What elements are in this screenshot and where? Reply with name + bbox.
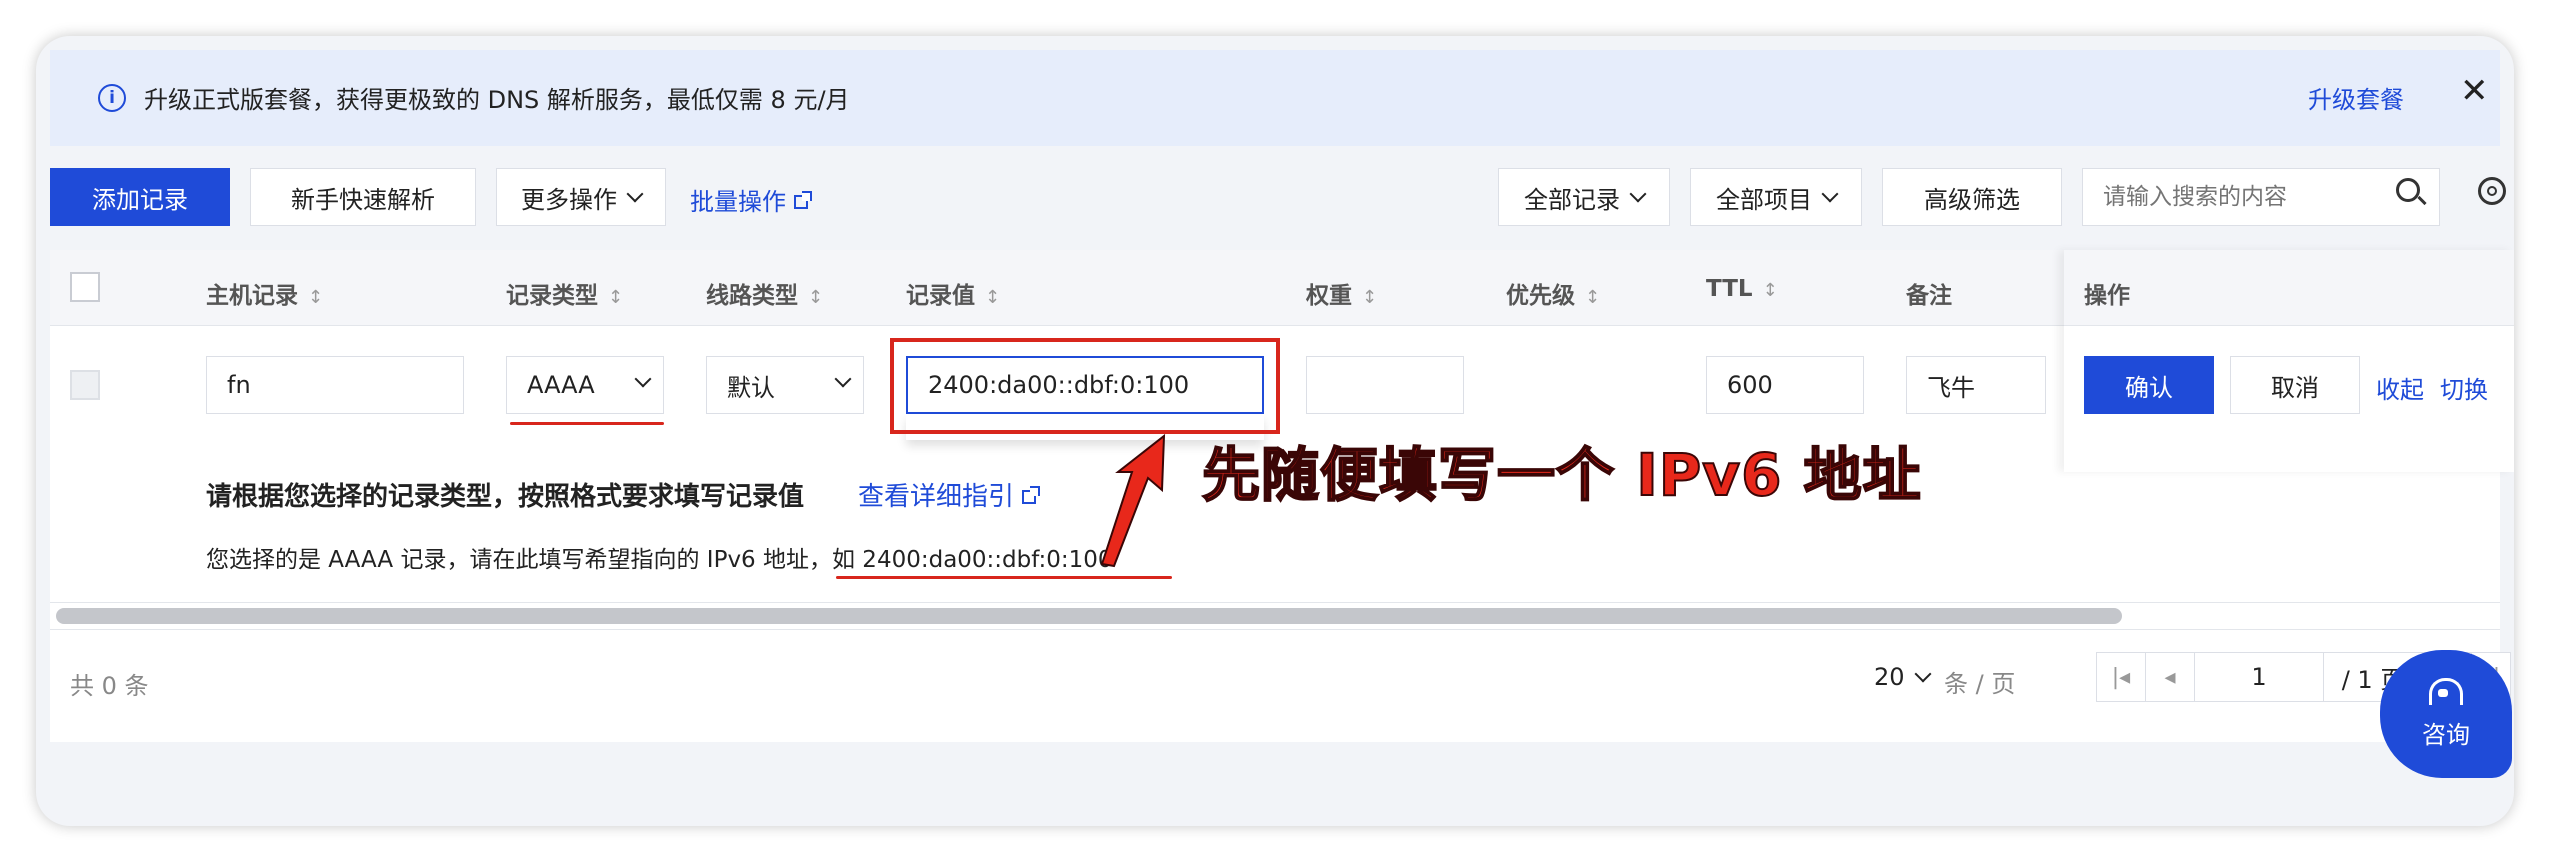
all-projects-dropdown[interactable]: 全部项目 <box>1690 168 1862 226</box>
format-hint-title: 请根据您选择的记录类型，按照格式要求填写记录值 <box>206 482 805 512</box>
all-records-dropdown[interactable]: 全部记录 <box>1498 168 1670 226</box>
horizontal-scrollbar-thumb[interactable] <box>56 608 2122 624</box>
sort-icon: ↕ <box>1362 287 1378 308</box>
header-line[interactable]: 线路类型 ↕ <box>706 276 823 310</box>
search-icon[interactable] <box>2396 178 2420 202</box>
total-count: 共 0 条 <box>70 672 149 700</box>
external-link-icon <box>794 191 812 209</box>
all-records-label: 全部记录 <box>1524 185 1620 214</box>
header-priority-label: 优先级 <box>1506 283 1575 309</box>
header-line-label: 线路类型 <box>706 283 798 309</box>
record-type-select[interactable]: AAAA <box>506 356 664 414</box>
sort-icon: ↕ <box>1762 280 1778 301</box>
ttl-input[interactable]: 600 <box>1706 356 1864 414</box>
batch-actions-label: 批量操作 <box>690 188 786 216</box>
guide-link[interactable]: 查看详细指引 <box>858 476 1041 513</box>
page-size-value: 20 <box>1874 663 1905 691</box>
header-value[interactable]: 记录值 ↕ <box>906 276 1000 310</box>
cancel-button[interactable]: 取消 <box>2230 356 2360 414</box>
weight-input[interactable] <box>1306 356 1464 414</box>
app-panel: i 升级正式版套餐，获得更极致的 DNS 解析服务，最低仅需 8 元/月 升级套… <box>36 36 2514 826</box>
sort-icon: ↕ <box>308 287 324 308</box>
header-remark: 备注 <box>1906 283 1952 309</box>
sort-icon: ↕ <box>985 287 1001 308</box>
header-priority[interactable]: 优先级 ↕ <box>1506 276 1600 310</box>
external-link-icon <box>1022 486 1041 504</box>
header-ttl[interactable]: TTL ↕ <box>1706 276 1778 302</box>
header-ops: 操作 <box>2084 283 2130 309</box>
header-ttl-label: TTL <box>1706 276 1753 302</box>
header-weight[interactable]: 权重 ↕ <box>1306 276 1377 310</box>
headset-icon <box>2429 678 2463 705</box>
header-host-label: 主机记录 <box>206 283 298 309</box>
all-projects-label: 全部项目 <box>1716 185 1812 214</box>
operation-header: 操作 <box>2064 250 2514 326</box>
first-page-icon[interactable]: |◂ <box>2096 652 2146 702</box>
annotation-underline-example <box>836 576 1172 579</box>
advanced-filter-button[interactable]: 高级筛选 <box>1882 168 2062 226</box>
close-icon[interactable]: ✕ <box>2460 74 2489 108</box>
header-host[interactable]: 主机记录 ↕ <box>206 276 323 310</box>
header-type-label: 记录类型 <box>506 283 598 309</box>
header-type[interactable]: 记录类型 ↕ <box>506 276 623 310</box>
chevron-down-icon <box>1821 185 1839 203</box>
annotation-underline-type <box>510 422 664 425</box>
header-weight-label: 权重 <box>1306 283 1352 309</box>
sort-icon: ↕ <box>608 287 624 308</box>
quick-resolve-button[interactable]: 新手快速解析 <box>250 168 476 226</box>
line-type-value: 默认 <box>727 373 775 402</box>
annotation-text: 先随便填写一个 IPv6 地址 <box>1201 440 1922 510</box>
format-hint-body: 您选择的是 AAAA 记录，请在此填写希望指向的 IPv6 地址，如 2400:… <box>206 547 1113 573</box>
collapse-link[interactable]: 收起 <box>2376 370 2424 405</box>
more-actions-label: 更多操作 <box>521 185 617 214</box>
sort-icon: ↕ <box>1585 287 1601 308</box>
record-type-value: AAAA <box>527 371 595 399</box>
chevron-down-icon <box>834 370 852 388</box>
chevron-down-icon <box>1629 185 1647 203</box>
sort-icon: ↕ <box>808 287 824 308</box>
banner-text: 升级正式版套餐，获得更极致的 DNS 解析服务，最低仅需 8 元/月 <box>144 86 850 114</box>
more-actions-dropdown[interactable]: 更多操作 <box>496 168 666 226</box>
info-icon: i <box>98 84 126 112</box>
page-number-input[interactable]: 1 <box>2194 652 2324 702</box>
chevron-down-icon <box>626 185 644 203</box>
confirm-button[interactable]: 确认 <box>2084 356 2214 414</box>
chevron-down-icon <box>634 370 652 388</box>
add-record-button[interactable]: 添加记录 <box>50 168 230 226</box>
header-value-label: 记录值 <box>906 283 975 309</box>
row-checkbox <box>70 370 100 400</box>
remark-input[interactable]: 飞牛 <box>1906 356 2046 414</box>
line-type-select[interactable]: 默认 <box>706 356 864 414</box>
upgrade-link[interactable]: 升级套餐 <box>2308 80 2404 115</box>
chevron-down-icon <box>1914 665 1932 683</box>
annotation-arrow-icon <box>1100 433 1166 568</box>
switch-link[interactable]: 切换 <box>2440 370 2488 405</box>
upgrade-banner: i 升级正式版套餐，获得更极致的 DNS 解析服务，最低仅需 8 元/月 升级套… <box>50 50 2500 146</box>
select-all-checkbox[interactable] <box>70 272 100 302</box>
guide-link-label: 查看详细指引 <box>858 482 1015 512</box>
consult-label: 咨询 <box>2422 721 2470 749</box>
batch-actions-link[interactable]: 批量操作 <box>690 182 812 217</box>
gear-icon[interactable] <box>2478 177 2506 205</box>
page-size-select[interactable]: 20 <box>1874 663 1932 691</box>
annotation-highlight-box <box>890 338 1280 434</box>
host-input[interactable]: fn <box>206 356 464 414</box>
prev-page-icon[interactable]: ◂ <box>2145 652 2195 702</box>
search-input[interactable] <box>2082 168 2440 226</box>
page-size-unit: 条 / 页 <box>1944 670 2016 698</box>
consult-button[interactable]: 咨询 <box>2380 650 2512 778</box>
